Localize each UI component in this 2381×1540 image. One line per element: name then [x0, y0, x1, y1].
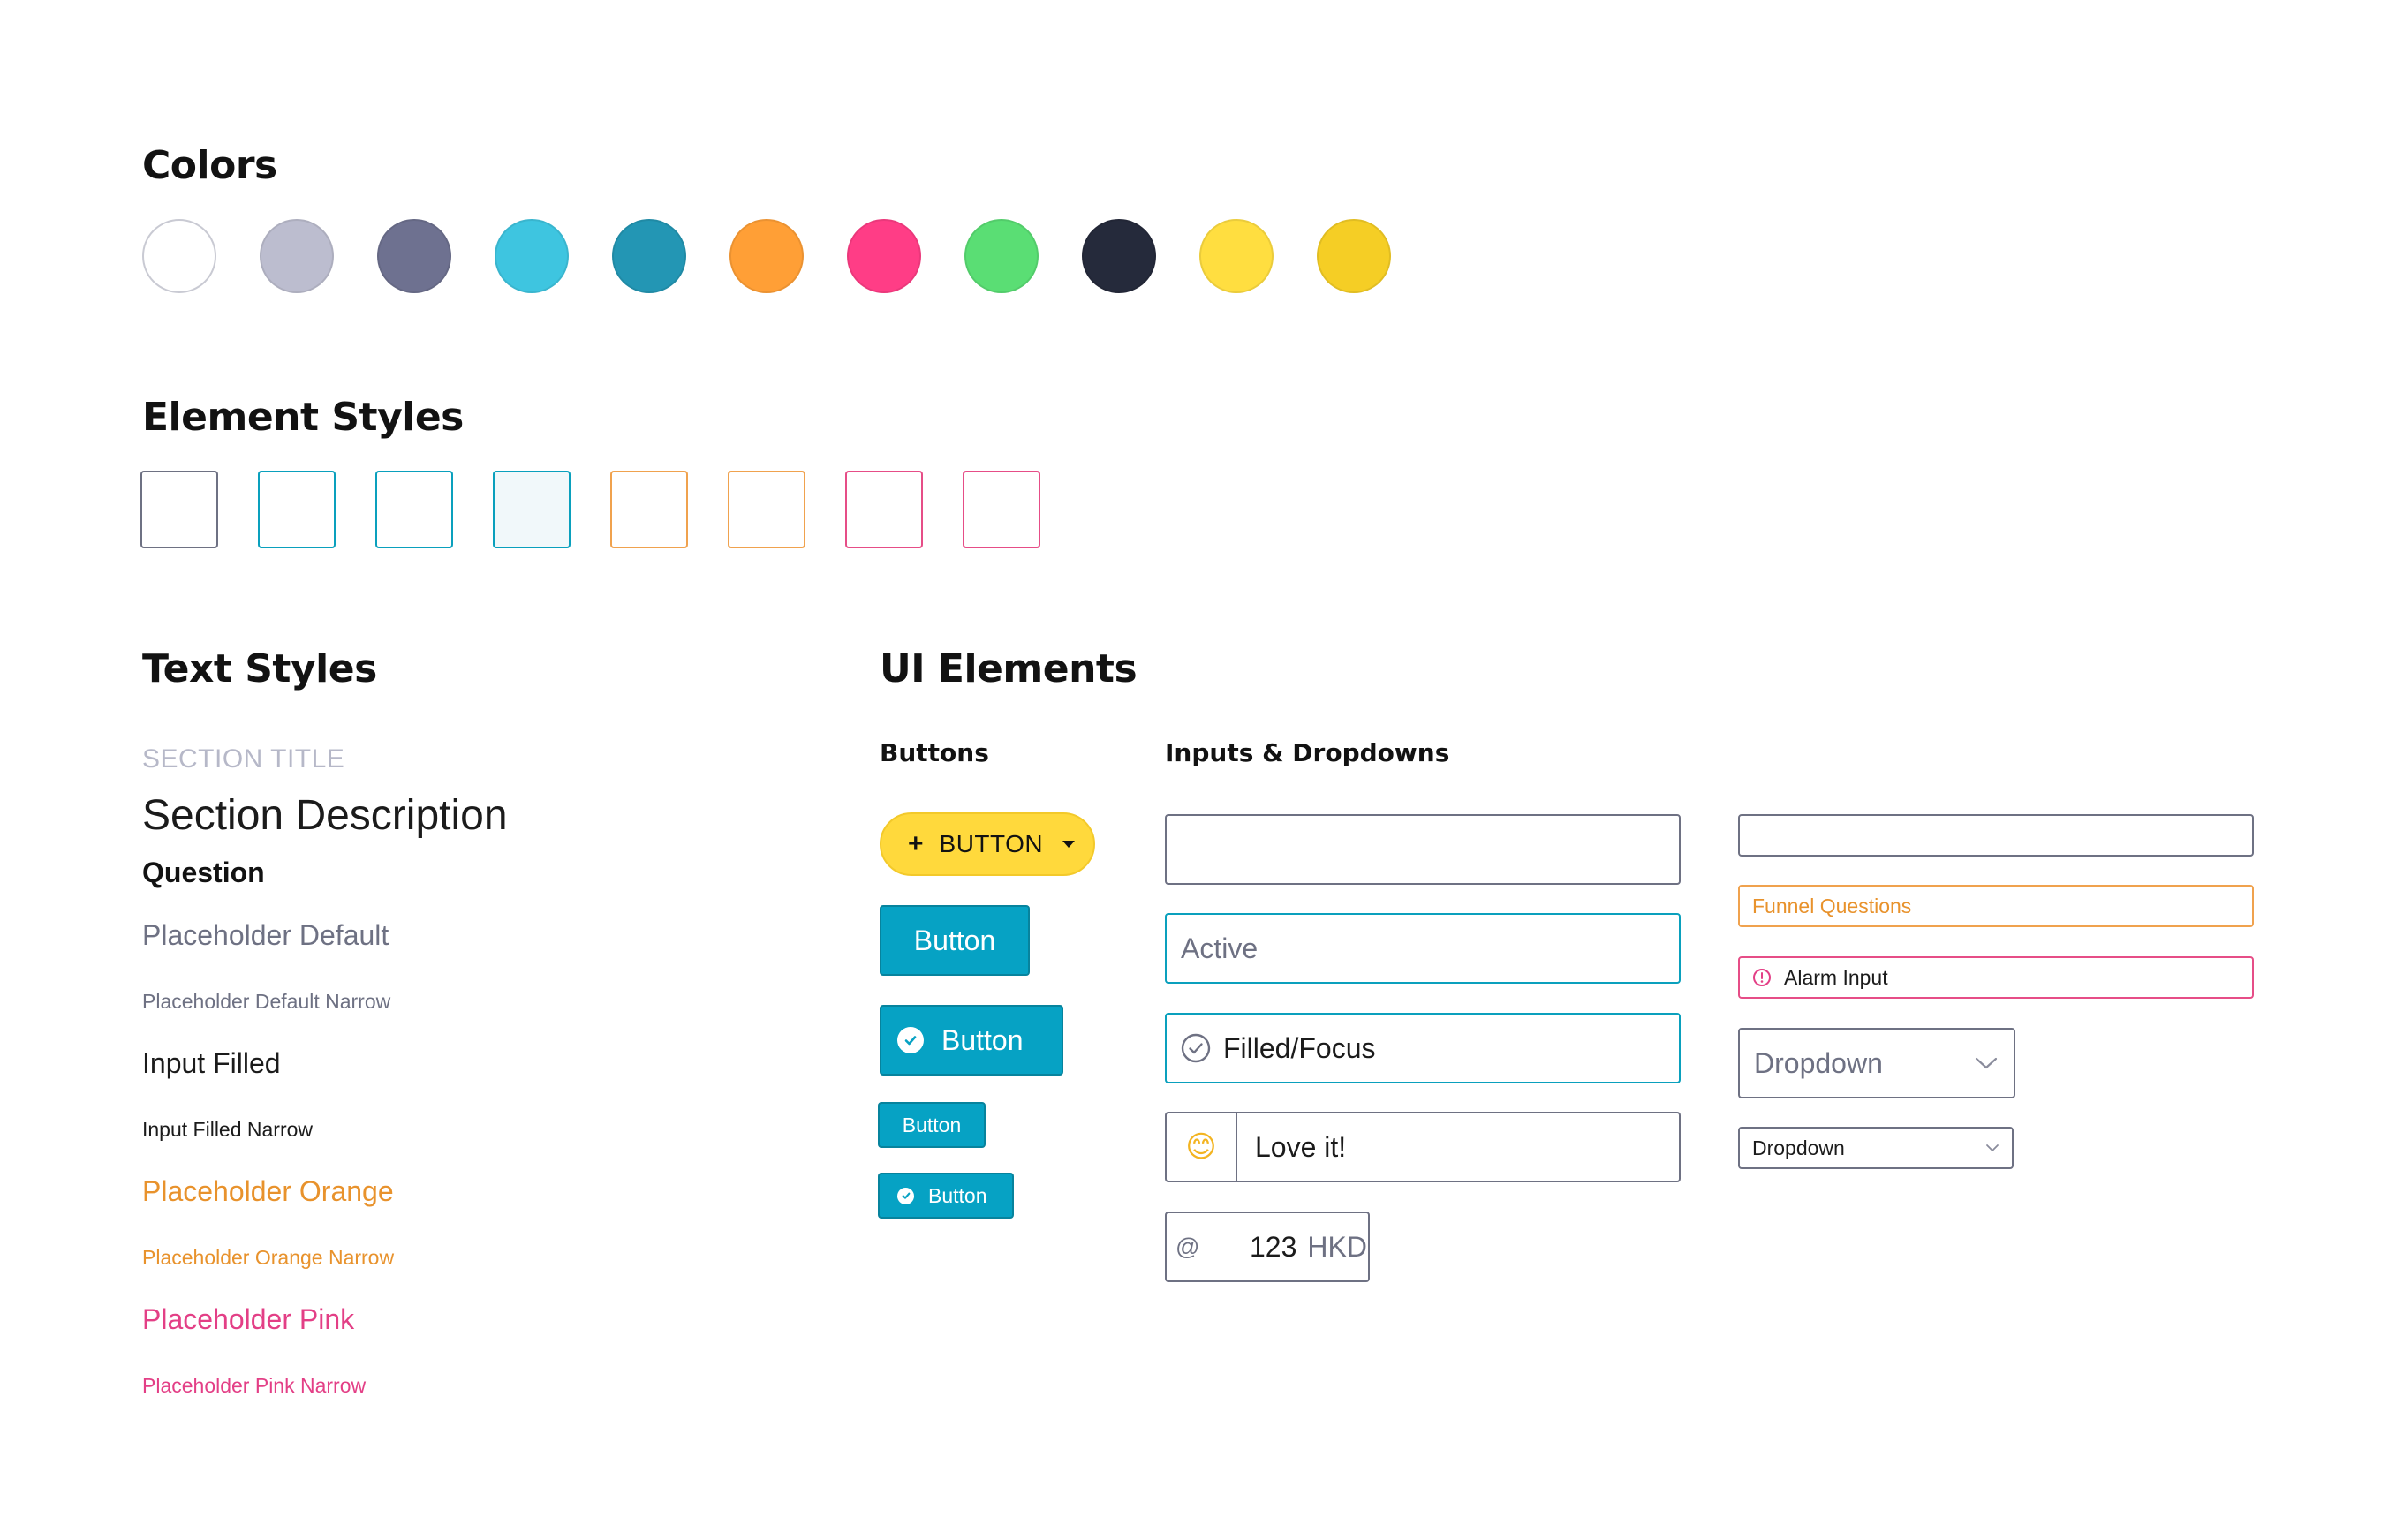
color-swatch	[1199, 219, 1274, 293]
emoji-text-input[interactable]: 😊 Love it!	[1165, 1112, 1681, 1182]
narrow-input-empty[interactable]	[1738, 814, 2254, 857]
alarm-input[interactable]: Alarm Input	[1738, 956, 2254, 999]
check-circle-icon	[897, 1187, 914, 1204]
text-style-section-title: SECTION TITLE	[142, 744, 345, 774]
text-style-question: Question	[142, 857, 265, 888]
yellow-button-label: BUTTON	[939, 830, 1044, 857]
chevron-down-icon	[1975, 1056, 1998, 1070]
buttons-title: Buttons	[880, 738, 989, 767]
plus-icon: +	[908, 829, 924, 858]
color-swatch	[495, 219, 569, 293]
primary-check-button-small[interactable]: Button	[878, 1173, 1014, 1219]
element-style-box	[728, 471, 805, 548]
color-swatch	[964, 219, 1039, 293]
dropdown-small[interactable]: Dropdown	[1738, 1127, 2014, 1169]
funnel-questions-placeholder: Funnel Questions	[1752, 894, 1912, 917]
check-circle-outline-icon	[1181, 1033, 1211, 1063]
text-styles-title: Text Styles	[142, 646, 377, 691]
dropdown-large-value: Dropdown	[1754, 1046, 1883, 1079]
check-circle-icon	[897, 1027, 924, 1053]
primary-check-button-large[interactable]: Button	[880, 1005, 1063, 1076]
dropdown-small-value: Dropdown	[1752, 1136, 1845, 1159]
color-swatch	[1317, 219, 1391, 293]
element-style-box	[845, 471, 923, 548]
color-swatch	[377, 219, 451, 293]
element-style-box	[493, 471, 571, 548]
color-swatch	[729, 219, 804, 293]
emoji-smile-icon: 😊	[1167, 1113, 1237, 1181]
currency-input[interactable]: @ 123 HKD	[1165, 1212, 1370, 1282]
element-styles-title: Element Styles	[142, 395, 464, 440]
currency-unit: HKD	[1307, 1230, 1367, 1263]
primary-button-small[interactable]: Button	[878, 1102, 986, 1148]
element-style-box	[963, 471, 1040, 548]
colors-title: Colors	[142, 143, 277, 188]
primary-check-button-small-label: Button	[928, 1183, 987, 1207]
text-style-placeholder-orange-narrow: Placeholder Orange Narrow	[142, 1246, 395, 1269]
caret-down-icon	[1062, 841, 1076, 848]
text-style-placeholder-pink-narrow: Placeholder Pink Narrow	[142, 1374, 367, 1397]
inputs-dropdowns-title: Inputs & Dropdowns	[1165, 738, 1450, 767]
alert-circle-icon	[1752, 968, 1772, 987]
color-swatch	[612, 219, 686, 293]
at-sign-icon: @	[1175, 1233, 1200, 1260]
primary-check-button-large-label: Button	[941, 1023, 1024, 1056]
chevron-down-icon	[1985, 1144, 1999, 1152]
emoji-text-input-value: Love it!	[1255, 1130, 1347, 1163]
primary-button-large[interactable]: Button	[880, 905, 1030, 976]
funnel-questions-input[interactable]: Funnel Questions	[1738, 885, 2254, 927]
ui-elements-title: UI Elements	[880, 646, 1138, 691]
yellow-dropdown-button[interactable]: + BUTTON	[880, 812, 1095, 876]
text-style-input-filled: Input Filled	[142, 1047, 281, 1079]
currency-input-value: 123	[1250, 1230, 1297, 1263]
text-style-input-filled-narrow: Input Filled Narrow	[142, 1118, 314, 1141]
color-swatch	[1082, 219, 1156, 293]
text-style-placeholder-pink: Placeholder Pink	[142, 1303, 355, 1335]
text-input-filled-focus-value: Filled/Focus	[1223, 1031, 1376, 1064]
primary-button-large-label: Button	[913, 924, 996, 956]
color-swatch	[260, 219, 334, 293]
text-input-empty[interactable]	[1165, 814, 1681, 885]
element-style-box	[140, 471, 218, 548]
color-swatch	[847, 219, 921, 293]
primary-button-small-label: Button	[902, 1113, 962, 1136]
color-swatch	[142, 219, 216, 293]
dropdown-large[interactable]: Dropdown	[1738, 1028, 2015, 1098]
element-style-box	[610, 471, 688, 548]
text-input-active[interactable]: Active	[1165, 913, 1681, 984]
text-input-filled-focus[interactable]: Filled/Focus	[1165, 1013, 1681, 1083]
text-style-section-description: Section Description	[142, 792, 508, 839]
alarm-input-value: Alarm Input	[1784, 965, 1888, 989]
element-style-box	[375, 471, 453, 548]
text-input-active-placeholder: Active	[1181, 932, 1259, 964]
element-style-box	[258, 471, 336, 548]
text-style-placeholder-default: Placeholder Default	[142, 919, 389, 951]
text-style-placeholder-orange: Placeholder Orange	[142, 1175, 394, 1207]
text-style-placeholder-default-narrow: Placeholder Default Narrow	[142, 990, 391, 1013]
